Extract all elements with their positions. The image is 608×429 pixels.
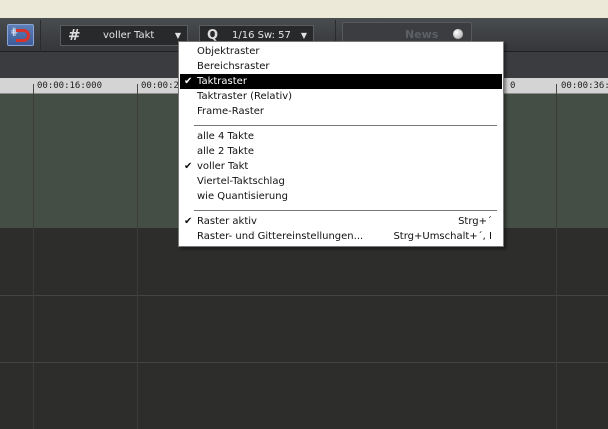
hash-icon: # (68, 26, 81, 44)
checkmark-icon: ✔ (184, 76, 193, 87)
menu-item-raster-einstellungen[interactable]: Raster- und Gittereinstellungen... Strg+… (180, 229, 502, 244)
checkmark-icon: ✔ (184, 161, 193, 172)
grid-line (33, 94, 34, 228)
menu-item-taktraster[interactable]: ✔ Taktraster (180, 74, 502, 89)
menu-shortcut: Strg+´ (458, 216, 492, 227)
menu-item-alle-2-takte[interactable]: alle 2 Takte (180, 144, 502, 159)
grid-line (556, 228, 557, 429)
window-top-strip (0, 0, 608, 18)
checkmark-icon: ✔ (184, 216, 193, 227)
grid-line (137, 228, 138, 429)
news-label: News (405, 28, 439, 41)
toolbar-separator (40, 20, 41, 50)
menu-item-objektraster[interactable]: Objektraster (180, 44, 502, 59)
ruler-tick (137, 84, 138, 94)
menu-item-taktraster-relativ[interactable]: Taktraster (Relativ) (180, 89, 502, 104)
magnet-icon (16, 29, 30, 42)
ruler-label: 00:00:2 (141, 81, 179, 91)
grid-line (556, 94, 557, 228)
menu-item-frame-raster[interactable]: Frame-Raster (180, 104, 502, 119)
track-divider (0, 295, 608, 296)
menu-item-wie-quantisierung[interactable]: wie Quantisierung (180, 189, 502, 204)
news-indicator-icon (453, 29, 463, 39)
raster-dropdown[interactable]: # voller Takt ▼ (60, 25, 188, 46)
menu-item-raster-aktiv[interactable]: ✔ Raster aktiv Strg+´ (180, 214, 502, 229)
menu-separator (194, 210, 497, 211)
grid-snap-button[interactable]: ⋕ (7, 24, 34, 46)
menu-separator (194, 125, 497, 126)
raster-context-menu: Objektraster Bereichsraster ✔ Taktraster… (178, 41, 504, 247)
grid-line (137, 94, 138, 228)
menu-item-bereichsraster[interactable]: Bereichsraster (180, 59, 502, 74)
menu-shortcut: Strg+Umschalt+´, I (393, 231, 492, 242)
ruler-label: 00:00:16:000 (37, 81, 103, 91)
ruler-label: 0 (510, 81, 516, 91)
track-divider (0, 362, 608, 363)
ruler-tick (33, 84, 34, 94)
menu-item-viertel-taktschlag[interactable]: Viertel-Taktschlag (180, 174, 502, 189)
empty-track-area[interactable] (0, 228, 608, 429)
ruler-tick (556, 84, 557, 94)
grid-line (33, 228, 34, 429)
menu-item-alle-4-takte[interactable]: alle 4 Takte (180, 129, 502, 144)
raster-dropdown-value: voller Takt (103, 30, 155, 41)
ruler-label: 00:00:36:0 (561, 81, 608, 91)
menu-item-voller-takt[interactable]: ✔ voller Takt (180, 159, 502, 174)
